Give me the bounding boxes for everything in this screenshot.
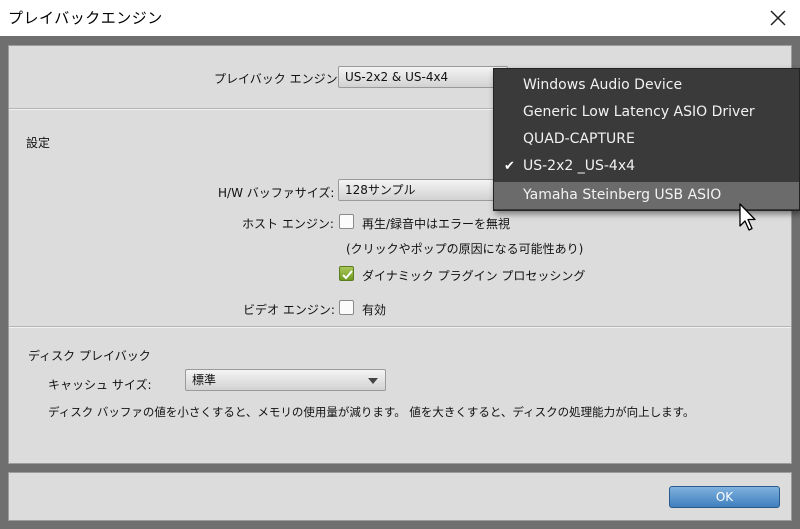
- disk-buffer-description: ディスク バッファの値を小さくすると、メモリの使用量が減ります。 値を大きくする…: [48, 405, 695, 419]
- checkmark-icon: ✔: [504, 159, 515, 174]
- menu-item-generic-asio[interactable]: Generic Low Latency ASIO Driver: [494, 99, 799, 126]
- buffer-size-label: H/W バッファサイズ:: [218, 186, 335, 200]
- menu-item-windows-audio[interactable]: Windows Audio Device: [494, 72, 799, 99]
- playback-engine-select[interactable]: US-2x2 & US-4x4: [338, 66, 508, 88]
- playback-engine-dropdown: Windows Audio Device Generic Low Latency…: [493, 68, 800, 211]
- dynamic-plugin-label: ダイナミック プラグイン プロセッシング: [362, 269, 586, 283]
- close-icon: [770, 10, 786, 26]
- title-bar: プレイバックエンジン: [0, 0, 800, 36]
- host-engine-label: ホスト エンジン:: [242, 217, 334, 231]
- check-icon: [342, 270, 353, 280]
- playback-engine-label: プレイバック エンジン:: [214, 72, 342, 86]
- playback-engine-value: US-2x2 & US-4x4: [345, 70, 449, 84]
- ignore-errors-label: 再生/録音中はエラーを無視: [362, 217, 511, 231]
- buffer-size-value: 128サンプル: [345, 183, 416, 197]
- ignore-errors-note: (クリックやポップの原因になる可能性あり): [346, 242, 584, 256]
- section-divider: [9, 326, 791, 328]
- video-enable-checkbox[interactable]: [339, 300, 354, 315]
- cache-size-select[interactable]: 標準: [185, 369, 386, 391]
- settings-header: 設定: [26, 136, 51, 150]
- ignore-errors-checkbox[interactable]: [339, 214, 354, 229]
- mouse-cursor-icon: [739, 203, 756, 231]
- chevron-down-icon: [368, 378, 378, 384]
- video-engine-label: ビデオ エンジン:: [243, 303, 335, 317]
- cache-size-label: キャッシュ サイズ:: [48, 378, 152, 392]
- buffer-size-select[interactable]: 128サンプル: [338, 179, 508, 201]
- disk-playback-header: ディスク プレイバック: [28, 349, 151, 363]
- dynamic-plugin-checkbox[interactable]: [339, 266, 354, 281]
- menu-item-us2x2[interactable]: ✔ US-2x2 _US-4x4: [494, 153, 799, 180]
- close-button[interactable]: [756, 0, 800, 36]
- video-enable-label: 有効: [362, 303, 387, 317]
- cache-size-value: 標準: [192, 373, 217, 387]
- ok-button[interactable]: OK: [669, 486, 780, 508]
- window-title: プレイバックエンジン: [8, 9, 163, 27]
- menu-item-quad-capture[interactable]: QUAD-CAPTURE: [494, 126, 799, 153]
